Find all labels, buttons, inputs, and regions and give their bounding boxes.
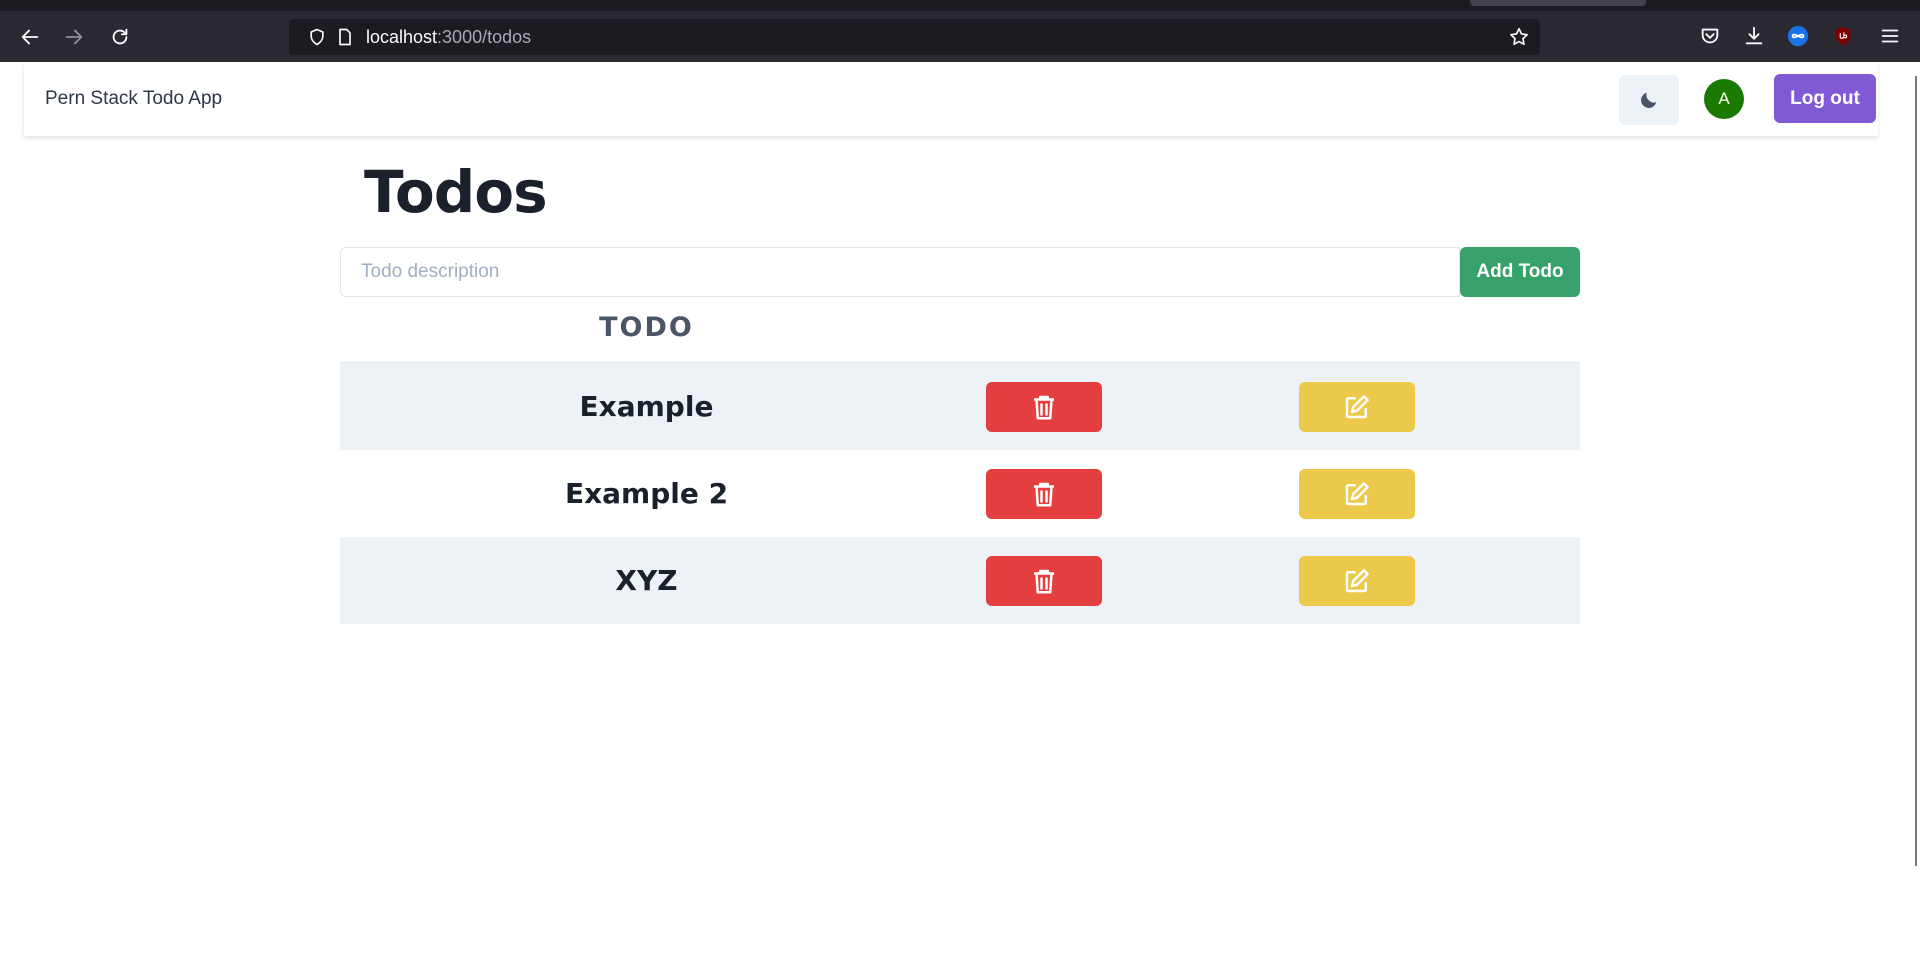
app-brand[interactable]: Pern Stack Todo App: [45, 88, 222, 110]
edit-icon: [1345, 395, 1369, 419]
edit-todo-button[interactable]: [1299, 382, 1415, 432]
todo-description-input[interactable]: [340, 247, 1460, 297]
arrow-right-icon: [65, 29, 83, 45]
infinity-extension-icon: [1787, 25, 1809, 47]
trash-icon: [1034, 395, 1054, 420]
avatar[interactable]: A: [1704, 79, 1744, 119]
arrow-left-icon: [21, 29, 39, 45]
browser-tab[interactable]: [1470, 0, 1646, 6]
ublock-button[interactable]: [1831, 24, 1855, 48]
todo-row: Example 2: [340, 450, 1580, 537]
back-button[interactable]: [14, 21, 46, 53]
reload-icon: [112, 28, 128, 45]
todo-description: Example 2: [564, 477, 729, 510]
forward-button[interactable]: [58, 21, 90, 53]
edit-todo-button[interactable]: [1299, 469, 1415, 519]
shield-icon[interactable]: [307, 27, 327, 47]
app-menu-button[interactable]: [1878, 24, 1902, 48]
page-title: Todos: [364, 158, 548, 226]
todo-row: Example: [340, 363, 1580, 450]
logout-button[interactable]: Log out: [1774, 74, 1876, 123]
todo-description: XYZ: [615, 564, 678, 597]
todo-description: Example: [579, 390, 714, 423]
delete-todo-button[interactable]: [986, 556, 1102, 606]
page-icon[interactable]: [335, 27, 355, 47]
moon-icon: [1641, 92, 1657, 108]
page-scrollbar[interactable]: [1915, 76, 1917, 866]
bookmark-star-icon[interactable]: [1508, 26, 1530, 48]
downloads-button[interactable]: [1742, 24, 1766, 48]
todo-row: XYZ: [340, 537, 1580, 624]
download-icon: [1745, 26, 1763, 45]
theme-toggle-button[interactable]: [1619, 75, 1679, 125]
edit-todo-button[interactable]: [1299, 556, 1415, 606]
address-bar[interactable]: localhost:3000/todos: [289, 19, 1540, 55]
reload-button[interactable]: [104, 21, 136, 53]
url-text[interactable]: localhost:3000/todos: [366, 27, 531, 48]
hamburger-menu-icon: [1881, 29, 1899, 43]
trash-icon: [1034, 569, 1054, 594]
edit-icon: [1345, 482, 1369, 506]
delete-todo-button[interactable]: [986, 382, 1102, 432]
delete-todo-button[interactable]: [986, 469, 1102, 519]
edit-icon: [1345, 569, 1369, 593]
ublock-shield-icon: [1835, 26, 1851, 46]
pocket-icon: [1701, 28, 1719, 44]
trash-icon: [1034, 482, 1054, 507]
browser-toolbar: localhost:3000/todos: [0, 0, 1920, 62]
extension-button[interactable]: [1786, 24, 1810, 48]
pocket-button[interactable]: [1698, 24, 1722, 48]
url-host: localhost: [366, 27, 438, 47]
todo-column-header: TODO: [599, 312, 694, 343]
url-path: :3000/todos: [437, 27, 532, 47]
add-todo-button[interactable]: Add Todo: [1460, 247, 1580, 297]
app-navbar: Pern Stack Todo App A Log out: [24, 62, 1878, 136]
